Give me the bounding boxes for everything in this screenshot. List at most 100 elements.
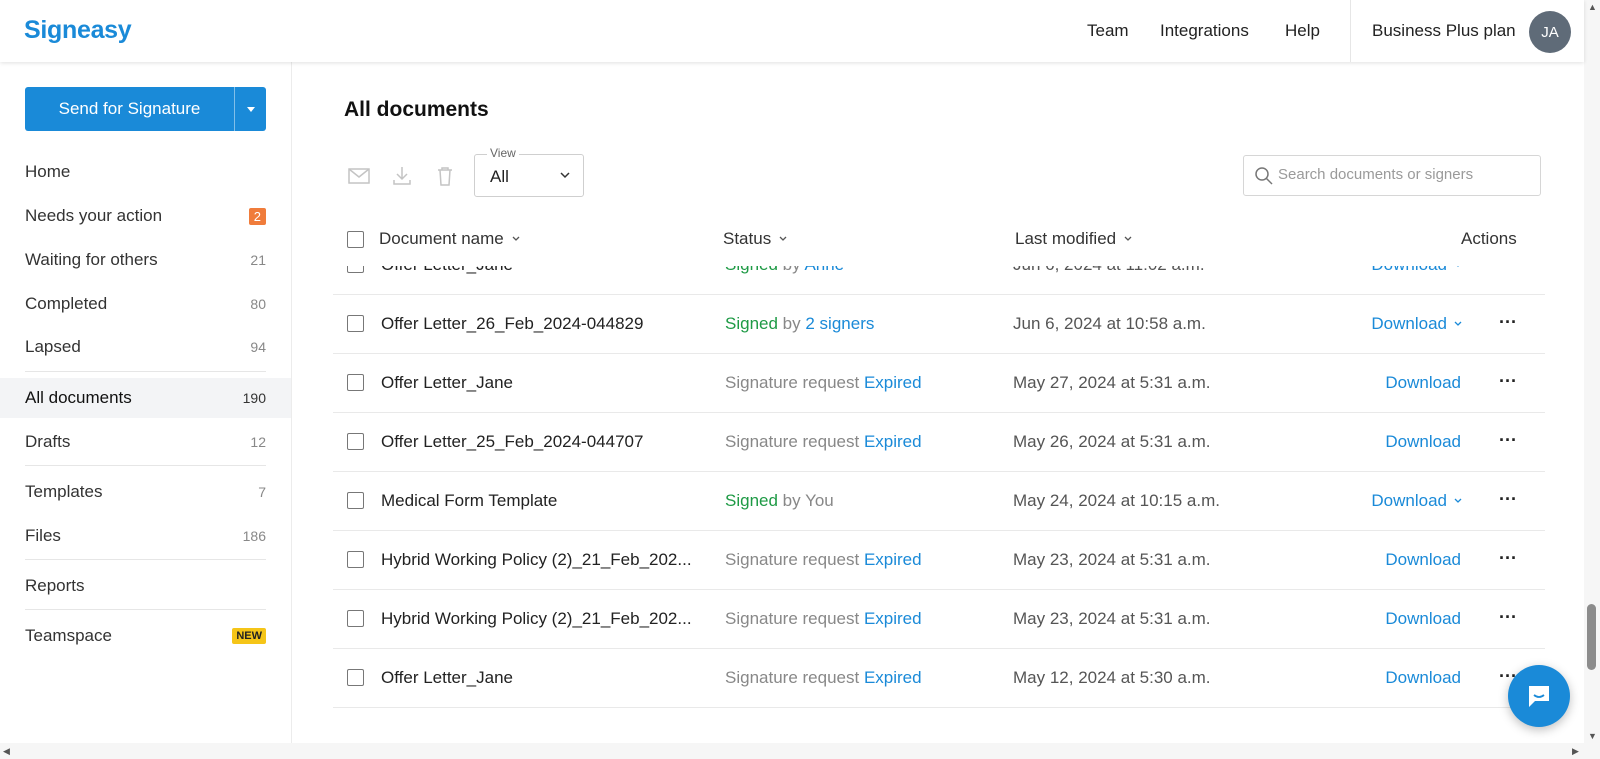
item-count: 12 [250,434,266,450]
item-count: 21 [250,252,266,268]
more-options-icon[interactable]: ··· [1499,607,1517,628]
more-options-icon[interactable]: ··· [1499,489,1517,510]
nav-integrations[interactable]: Integrations [1160,21,1249,41]
signer-link[interactable]: Anne [804,266,844,274]
download-label: Download [1371,491,1447,510]
sidebar-item-files[interactable]: Files 186 [0,516,291,556]
document-name[interactable]: Offer Letter_26_Feb_2024-044829 [381,314,697,334]
row-checkbox[interactable] [347,433,364,450]
more-options-icon[interactable]: ··· [1499,312,1517,333]
status: Signature request Expired [725,550,922,570]
send-for-signature-button[interactable]: Send for Signature [25,87,266,131]
view-select[interactable]: View All [474,146,584,197]
status-by: by [782,491,801,510]
document-name[interactable]: Offer Letter_Jane [381,668,697,688]
nav-team[interactable]: Team [1087,21,1129,41]
row-checkbox[interactable] [347,669,364,686]
nav-help[interactable]: Help [1285,21,1320,41]
horizontal-scrollbar[interactable] [0,743,1584,759]
status-expired[interactable]: Expired [864,668,922,687]
table-row[interactable]: Offer Letter_25_Feb_2024-044707 Signatur… [333,413,1545,472]
status-expired[interactable]: Expired [864,609,922,628]
status-expired[interactable]: Expired [864,432,922,451]
scroll-left-arrow-icon[interactable]: ◀ [3,746,10,757]
document-name[interactable]: Hybrid Working Policy (2)_21_Feb_202... [381,609,697,629]
table-row[interactable]: Medical Form Template Signed by You May … [333,472,1545,531]
sidebar-item-label: Home [25,162,71,181]
download-link[interactable]: Download [1385,668,1461,688]
document-name[interactable]: Offer Letter_25_Feb_2024-044707 [381,432,697,452]
sidebar-item-teamspace[interactable]: Teamspace NEW [0,616,291,656]
download-link[interactable]: Download [1371,491,1463,511]
sidebar-item-label: Waiting for others [25,250,158,269]
sidebar-item-drafts[interactable]: Drafts 12 [0,422,291,462]
sidebar-item-reports[interactable]: Reports [0,566,291,606]
sidebar-item-templates[interactable]: Templates 7 [0,472,291,512]
sidebar-item-all-documents[interactable]: All documents 190 [0,378,291,418]
send-for-signature-label[interactable]: Send for Signature [25,87,234,131]
sidebar-item-home[interactable]: Home [0,152,291,192]
vertical-scroll-thumb[interactable] [1587,604,1596,670]
status-expired[interactable]: Expired [864,373,922,392]
last-modified: May 26, 2024 at 5:31 a.m. [1013,432,1211,451]
row-checkbox[interactable] [347,492,364,509]
download-link[interactable]: Download [1385,609,1461,629]
download-link[interactable]: Download [1385,373,1461,393]
row-checkbox[interactable] [347,374,364,391]
row-checkbox[interactable] [347,610,364,627]
more-options-icon[interactable]: ··· [1499,266,1517,274]
signer-link[interactable]: 2 signers [805,314,874,333]
row-checkbox[interactable] [347,551,364,568]
sidebar-item-needs-your-action[interactable]: Needs your action 2 [0,196,291,236]
table-row[interactable]: Offer Letter_26_Feb_2024-044829 Signed b… [333,295,1545,354]
table-row[interactable]: Hybrid Working Policy (2)_21_Feb_202... … [333,531,1545,590]
download-link[interactable]: Download [1371,266,1463,275]
status-text: Signature request [725,609,860,628]
download-link[interactable]: Download [1371,314,1463,334]
sidebar-item-completed[interactable]: Completed 80 [0,284,291,324]
chevron-down-icon [779,236,787,241]
status-by: by [782,314,801,333]
row-checkbox[interactable] [347,315,364,332]
document-name[interactable]: Medical Form Template [381,491,697,511]
status-expired[interactable]: Expired [864,550,922,569]
document-name[interactable]: Hybrid Working Policy (2)_21_Feb_202... [381,550,697,570]
column-header-last-modified[interactable]: Last modified [1015,229,1133,249]
download-link[interactable]: Download [1385,432,1461,452]
trash-icon[interactable] [433,164,457,188]
item-count: 7 [258,484,266,500]
scroll-right-arrow-icon[interactable]: ▶ [1572,746,1579,757]
chat-button[interactable] [1508,665,1570,727]
email-icon[interactable] [347,164,371,188]
document-name[interactable]: Offer Letter_Jane [381,266,697,275]
more-options-icon[interactable]: ··· [1499,430,1517,451]
last-modified: Jun 6, 2024 at 11:02 a.m. [1013,266,1205,275]
sidebar-item-lapsed[interactable]: Lapsed 94 [0,327,291,367]
send-options-dropdown[interactable] [235,87,266,131]
download-icon[interactable] [390,164,414,188]
app-logo[interactable]: Signeasy [24,16,132,45]
plan-label[interactable]: Business Plus plan [1372,21,1516,41]
column-header-status[interactable]: Status [723,229,788,249]
document-name[interactable]: Offer Letter_Jane [381,373,697,393]
scroll-up-arrow-icon[interactable]: ▲ [1588,2,1597,12]
sidebar-item-label: Files [25,526,61,545]
sidebar-item-label: Completed [25,294,108,313]
more-options-icon[interactable]: ··· [1499,371,1517,392]
column-header-name[interactable]: Document name [379,229,521,249]
sidebar-item-waiting-for-others[interactable]: Waiting for others 21 [0,240,291,280]
select-all-checkbox[interactable] [347,231,364,248]
row-checkbox[interactable] [347,266,364,273]
chevron-down-icon [1457,266,1459,267]
search-input[interactable] [1278,166,1528,183]
download-link[interactable]: Download [1385,550,1461,570]
more-options-icon[interactable]: ··· [1499,548,1517,569]
scroll-down-arrow-icon[interactable]: ▼ [1588,731,1597,741]
table-row[interactable]: Offer Letter_Jane Signature request Expi… [333,649,1545,708]
search-icon [1255,167,1273,185]
table-row[interactable]: Hybrid Working Policy (2)_21_Feb_202... … [333,590,1545,649]
avatar[interactable]: JA [1529,11,1571,53]
table-row[interactable]: Offer Letter_Jane Signature request Expi… [333,354,1545,413]
table-row[interactable]: Offer Letter_Jane Signed by Anne Jun 6, … [333,266,1545,295]
sidebar-item-label: Lapsed [25,337,81,356]
